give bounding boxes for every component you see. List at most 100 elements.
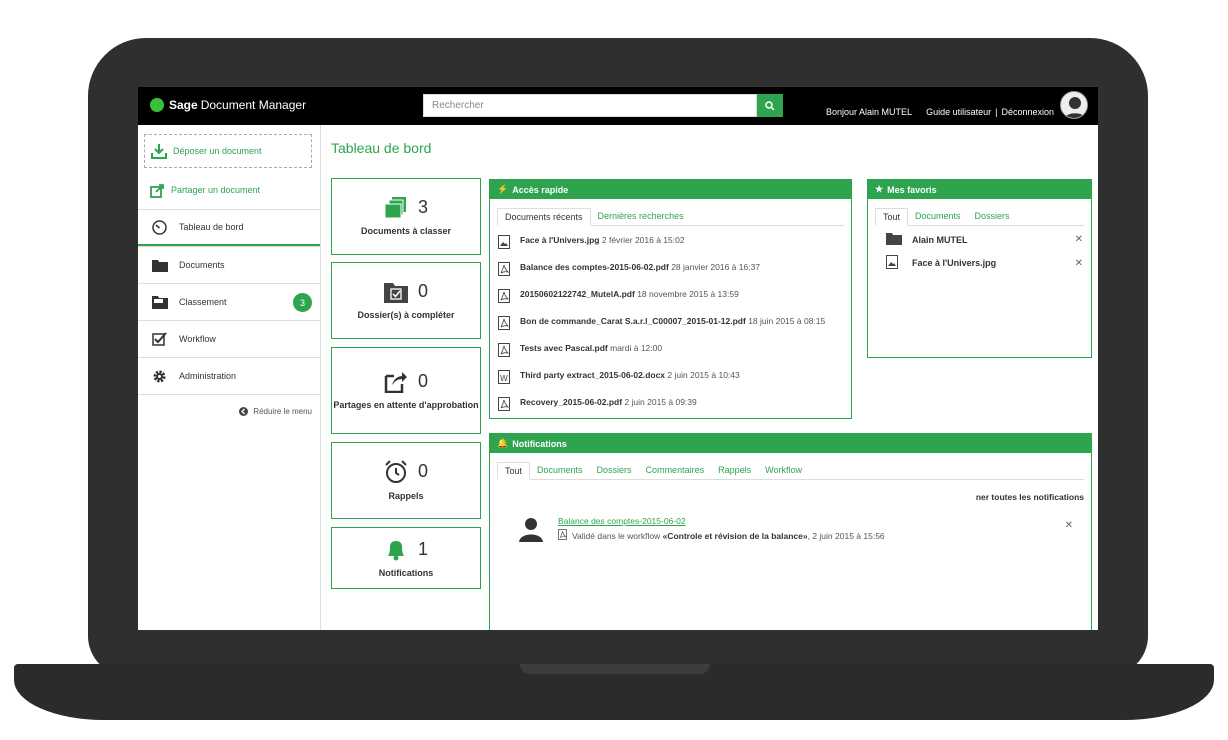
sidebar-item-label: Documents: [179, 260, 225, 270]
document-date: 2 juin 2015 à 10:43: [667, 370, 740, 380]
laptop-notch: [520, 664, 710, 674]
classement-count-badge: 3: [293, 293, 312, 312]
sidebar-item-label: Classement: [179, 297, 227, 307]
stat-value: 3: [417, 197, 428, 217]
sidebar-item-label: Administration: [179, 371, 237, 381]
close-icon[interactable]: ✕: [1075, 258, 1083, 269]
sidebar-item-dashboard[interactable]: Tableau de bord: [138, 209, 320, 246]
sidebar-item-administration[interactable]: Administration: [138, 357, 320, 394]
pdf-file-icon: [498, 342, 512, 361]
panel-title: Accès rapide: [512, 184, 569, 195]
app-logo[interactable]: Sage Document Manager: [150, 98, 306, 112]
tab-all[interactable]: Tout: [497, 462, 531, 480]
upload-icon: [151, 143, 167, 159]
mark-all-read-link[interactable]: ner toutes les notifications: [490, 480, 1091, 508]
document-date: 2 février 2016 à 15:02: [601, 235, 685, 245]
stat-documents-to-file[interactable]: 3 Documents à classer: [331, 178, 481, 255]
search-button[interactable]: [757, 94, 783, 117]
list-item[interactable]: W Third party extract_2015-06-02.docx 2 …: [498, 365, 843, 392]
list-item[interactable]: Face à l'Univers.jpg ✕: [868, 249, 1091, 273]
share-document-button[interactable]: Partager un document: [138, 171, 320, 209]
notification-date: , 2 juin 2015 à 15:56: [807, 530, 885, 541]
separator: |: [995, 107, 998, 117]
guide-link[interactable]: Guide utilisateur: [926, 107, 991, 117]
list-item[interactable]: Face à l'Univers.jpg 2 février 2016 à 15…: [498, 230, 843, 257]
user-menu: Bonjour Alain MUTEL Guide utilisateur | …: [826, 107, 1054, 117]
sidebar-item-documents[interactable]: Documents: [138, 246, 320, 283]
stat-pending-shares[interactable]: 0 Partages en attente d'approbation: [331, 347, 481, 434]
logout-link[interactable]: Déconnexion: [1001, 107, 1054, 117]
brand-bold: Sage: [169, 98, 198, 112]
documents-stack-icon: [384, 196, 406, 218]
notification-workflow: «Controle et révision de la balance»: [662, 530, 808, 541]
search-icon: [765, 100, 775, 111]
stat-value: 0: [417, 281, 428, 301]
folder-icon: [152, 258, 174, 272]
sidebar-item-workflow[interactable]: Workflow: [138, 320, 320, 357]
favorite-name: Face à l'Univers.jpg: [912, 258, 997, 268]
tab-all[interactable]: Tout: [875, 208, 909, 226]
panel-header: ★ Mes favoris: [868, 180, 1091, 199]
tab-documents[interactable]: Documents: [908, 208, 968, 225]
svg-text:W: W: [500, 374, 508, 383]
image-file-icon: [886, 255, 912, 271]
tab-comments[interactable]: Commentaires: [639, 462, 712, 479]
sidebar-item-label: Tableau de bord: [179, 222, 244, 232]
list-item[interactable]: Balance des comptes-2015-06-02.pdf 28 ja…: [498, 257, 843, 284]
share-label: Partager un document: [171, 185, 261, 195]
word-file-icon: W: [498, 369, 512, 388]
pdf-file-icon: [498, 396, 512, 415]
stat-reminders[interactable]: 0 Rappels: [331, 442, 481, 519]
list-item[interactable]: Alain MUTEL ✕: [868, 226, 1091, 249]
stat-label: Rappels: [388, 490, 424, 501]
list-item[interactable]: Recovery_2015-06-02.pdf 2 juin 2015 à 09…: [498, 392, 843, 419]
tab-folders[interactable]: Dossiers: [590, 462, 639, 479]
stat-label: Partages en attente d'approbation: [333, 399, 479, 410]
pdf-file-icon: [498, 261, 512, 280]
stat-label: Notifications: [378, 568, 434, 578]
tab-documents[interactable]: Documents: [530, 462, 590, 479]
deposit-document-button[interactable]: Déposer un document: [144, 134, 312, 168]
document-date: 2 juin 2015 à 09:39: [624, 397, 697, 407]
user-avatar[interactable]: [1060, 91, 1088, 119]
tab-workflow[interactable]: Workflow: [758, 462, 809, 479]
page-title: Tableau de bord: [331, 140, 432, 156]
search-input[interactable]: Rechercher: [423, 94, 757, 117]
tab-recent-searches[interactable]: Dernières recherches: [591, 208, 691, 225]
tab-recent-documents[interactable]: Documents récents: [497, 208, 591, 226]
reduce-menu-label: Réduire le menu: [253, 407, 312, 416]
notifications-tabs: Tout Documents Dossiers Commentaires Rap…: [497, 462, 1084, 480]
sidebar: Déposer un document Partager un document…: [138, 125, 321, 630]
folder-icon: [886, 232, 912, 247]
document-date: 28 janvier 2016 à 16:37: [671, 262, 761, 272]
list-item[interactable]: 20150602122742_MutelA.pdf 18 novembre 20…: [498, 284, 843, 311]
document-name: Bon de commande_Carat S.a.r.l_C00007_201…: [520, 316, 746, 326]
document-name: Face à l'Univers.jpg: [520, 235, 600, 245]
document-date: 18 novembre 2015 à 13:59: [637, 289, 739, 299]
document-date: 18 juin 2015 à 08:15: [748, 316, 826, 326]
notification-description: Validé dans le workflow «Controle et rév…: [558, 529, 885, 542]
reduce-menu-button[interactable]: Réduire le menu: [138, 394, 320, 428]
bell-icon: 🔔: [497, 438, 509, 448]
document-name: 20150602122742_MutelA.pdf: [520, 289, 635, 299]
gear-icon: [152, 369, 174, 384]
stat-folders-to-complete[interactable]: 0 Dossier(s) à compléter: [331, 262, 481, 339]
document-name: Recovery_2015-06-02.pdf: [520, 397, 623, 407]
list-item[interactable]: Bon de commande_Carat S.a.r.l_C00007_201…: [498, 311, 843, 338]
sage-logo-icon: [150, 98, 164, 112]
lightning-icon: ⚡: [497, 184, 509, 194]
notification-item[interactable]: Balance des comptes-2015-06-02 Validé da…: [490, 508, 1091, 547]
sidebar-item-label: Workflow: [179, 334, 216, 344]
close-icon[interactable]: ✕: [1065, 520, 1073, 531]
share-icon: [150, 183, 165, 198]
tab-folders[interactable]: Dossiers: [968, 208, 1017, 225]
list-item[interactable]: Tests avec Pascal.pdf mardi à 12:00: [498, 338, 843, 365]
tab-reminders[interactable]: Rappels: [711, 462, 758, 479]
alarm-clock-icon: [385, 459, 407, 483]
document-name: Tests avec Pascal.pdf: [520, 343, 608, 353]
notification-title[interactable]: Balance des comptes-2015-06-02: [558, 516, 885, 526]
close-icon[interactable]: ✕: [1075, 234, 1083, 245]
stat-notifications[interactable]: 1 Notifications: [331, 527, 481, 589]
sidebar-item-classement[interactable]: Classement 3: [138, 283, 320, 320]
panel-title: Mes favoris: [887, 184, 937, 195]
